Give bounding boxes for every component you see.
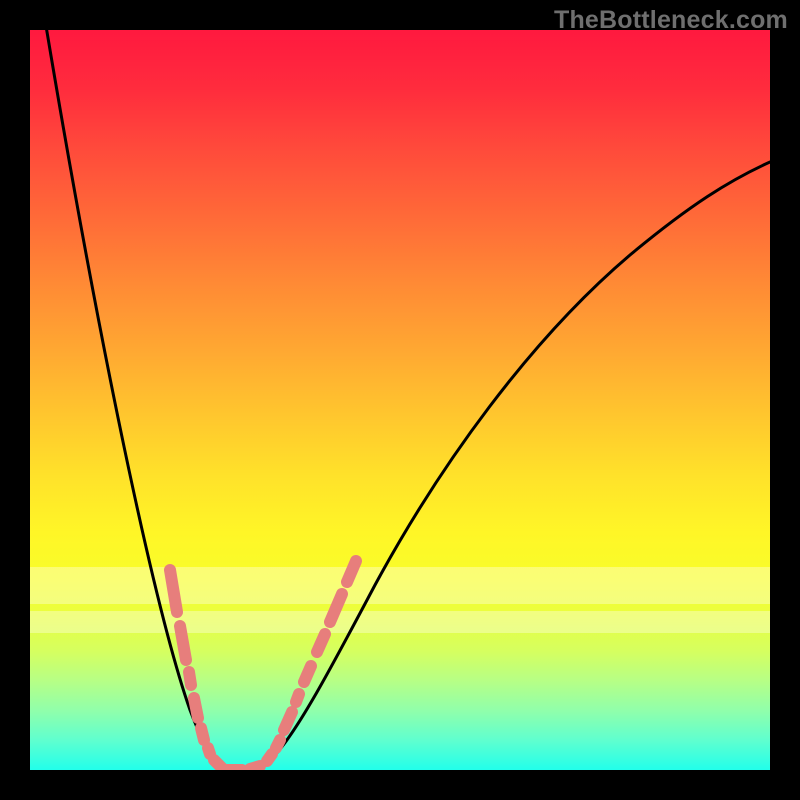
curve-layer — [30, 30, 770, 770]
marker-capsule — [170, 570, 177, 612]
marker-capsule — [194, 698, 198, 718]
marker-capsule — [250, 766, 260, 769]
marker-capsule — [214, 760, 222, 768]
marker-capsule — [180, 626, 186, 660]
marker-capsule — [189, 672, 191, 685]
marker-capsule — [347, 561, 356, 582]
marker-group — [170, 561, 356, 770]
marker-capsule — [201, 728, 204, 740]
marker-capsule — [296, 694, 299, 702]
marker-capsule — [284, 712, 292, 730]
marker-capsule — [276, 740, 280, 748]
marker-capsule — [304, 666, 311, 682]
marker-capsule — [330, 594, 342, 622]
marker-capsule — [317, 634, 325, 652]
series-left-curve — [45, 30, 240, 770]
series-right-curve — [240, 162, 770, 770]
series-group — [45, 30, 770, 770]
chart-frame: TheBottleneck.com — [0, 0, 800, 800]
plot-area — [30, 30, 770, 770]
marker-capsule — [208, 748, 210, 754]
marker-capsule — [267, 754, 272, 761]
